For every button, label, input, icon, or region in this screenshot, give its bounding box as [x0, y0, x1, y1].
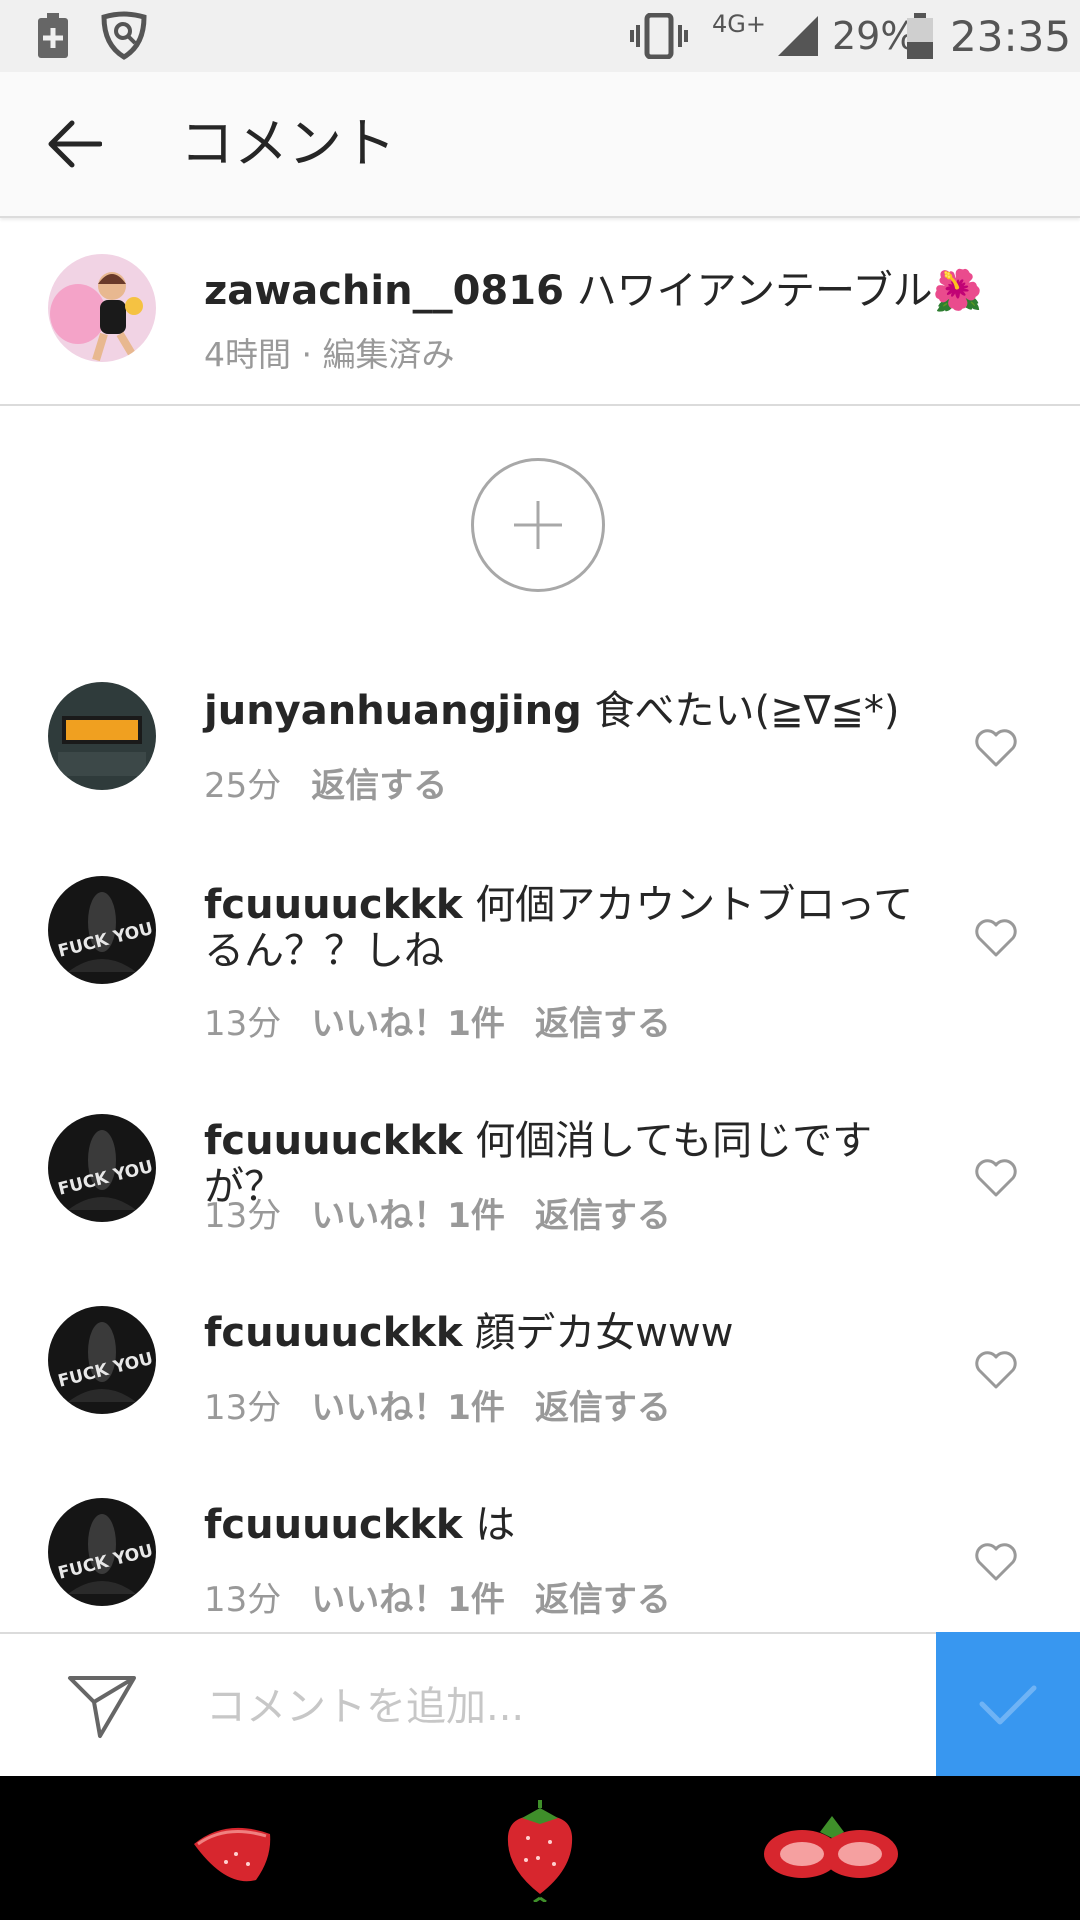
comment-text: fcuuuuckkk は	[204, 1502, 944, 1548]
plus-icon	[514, 501, 562, 549]
comment-text: fcuuuuckkk 顔デカ女www	[204, 1310, 944, 1356]
comment-body: は	[475, 1502, 516, 1548]
commenter-avatar[interactable]: FUCK YOU	[48, 1306, 156, 1414]
system-navigation-bar	[0, 1776, 1080, 1920]
comment-likes-count[interactable]: いいね！1件	[311, 1388, 505, 1428]
comment-body: 食べたい(≧∇≦*)	[594, 688, 900, 734]
heart-icon	[975, 1351, 1017, 1389]
battery-saver-icon	[36, 0, 70, 72]
comment-time: 13分	[204, 1388, 282, 1428]
comment-meta: 25分 返信する	[204, 758, 477, 807]
post-comment-button[interactable]	[936, 1632, 1080, 1776]
paper-plane-icon	[68, 1676, 136, 1738]
comment-item: FUCK YOU fcuuuuckkk 顔デカ女www 13分 いいね！1件 返信す…	[0, 1304, 1080, 1444]
heart-icon	[975, 1543, 1017, 1581]
comment-username[interactable]: fcuuuuckkk	[204, 1118, 463, 1164]
comment-time: 25分	[204, 766, 282, 806]
caption-body: ハワイアンテーブル🌺	[576, 268, 983, 314]
like-button[interactable]	[974, 918, 1018, 958]
comment-text: fcuuuuckkk 何個アカウントブロってるん？？しね	[204, 882, 944, 974]
caption-avatar[interactable]	[48, 254, 156, 362]
commenter-avatar[interactable]: FUCK YOU	[48, 1114, 156, 1222]
comment-likes-count[interactable]: いいね！1件	[311, 1580, 505, 1620]
like-button[interactable]	[974, 728, 1018, 768]
reply-button[interactable]: 返信する	[535, 1580, 671, 1620]
check-icon	[979, 1685, 1037, 1725]
comment-username[interactable]: junyanhuangjing	[204, 688, 582, 734]
load-more-comments-button[interactable]	[471, 458, 605, 592]
caption-text: zawachin__0816 ハワイアンテーブル🌺	[204, 258, 982, 316]
comment-meta: 13分 いいね！1件 返信する	[204, 1188, 701, 1237]
commenter-avatar[interactable]	[48, 682, 156, 790]
strawberry-back-icon	[194, 1827, 271, 1882]
comment-meta: 13分 いいね！1件 返信する	[204, 996, 701, 1045]
strawberry-home-icon	[507, 1800, 573, 1904]
clock: 23:35	[950, 11, 1072, 61]
like-button[interactable]	[974, 1350, 1018, 1390]
signal-icon	[776, 0, 820, 72]
comment-username[interactable]: fcuuuuckkk	[204, 882, 463, 928]
reply-button[interactable]: 返信する	[535, 1388, 671, 1428]
toolbar: コメント	[0, 72, 1080, 218]
comment-likes-count[interactable]: いいね！1件	[311, 1196, 505, 1236]
battery-percent: 29%	[832, 14, 917, 58]
direct-share-button[interactable]	[66, 1672, 138, 1740]
network-type: 4G+	[712, 10, 766, 38]
vibrate-icon	[630, 0, 688, 72]
comment-time: 13分	[204, 1580, 282, 1620]
heart-icon	[975, 919, 1017, 957]
comment-meta: 13分 いいね！1件 返信する	[204, 1572, 701, 1621]
reply-button[interactable]: 返信する	[311, 766, 447, 806]
reply-button[interactable]: 返信する	[535, 1196, 671, 1236]
like-button[interactable]	[974, 1158, 1018, 1198]
nav-recents-button[interactable]	[760, 1798, 900, 1898]
comment-item: junyanhuangjing 食べたい(≧∇≦*) 25分 返信する	[0, 680, 1080, 820]
comment-likes-count[interactable]: いいね！1件	[311, 1004, 505, 1044]
comment-item: FUCK YOU fcuuuuckkk 何個消しても同じですが？ 13分 いいね！…	[0, 1112, 1080, 1252]
status-bar: 4G+ 29% 23:35	[0, 0, 1080, 72]
caption-meta: 4時間 · 編集済み	[204, 335, 455, 374]
reply-button[interactable]: 返信する	[535, 1004, 671, 1044]
comment-time: 13分	[204, 1196, 282, 1236]
nav-back-button[interactable]	[186, 1798, 276, 1898]
comment-meta: 13分 いいね！1件 返信する	[204, 1380, 701, 1429]
comment-body: 顔デカ女www	[475, 1310, 734, 1356]
commenter-avatar[interactable]: FUCK YOU	[48, 1498, 156, 1606]
comment-username[interactable]: fcuuuuckkk	[204, 1310, 463, 1356]
comment-composer	[0, 1632, 1080, 1778]
like-button[interactable]	[974, 1542, 1018, 1582]
battery-icon	[906, 0, 934, 72]
comment-text: junyanhuangjing 食べたい(≧∇≦*)	[204, 688, 944, 734]
post-caption: zawachin__0816 ハワイアンテーブル🌺 4時間 · 編集済み	[0, 218, 1080, 406]
comment-input[interactable]	[204, 1664, 908, 1750]
nav-home-button[interactable]	[494, 1798, 586, 1904]
caption-username[interactable]: zawachin__0816	[204, 268, 564, 314]
comment-time: 13分	[204, 1004, 282, 1044]
page-title: コメント	[180, 112, 396, 175]
strawberry-recents-icon	[764, 1816, 898, 1878]
back-button[interactable]	[36, 106, 112, 182]
heart-icon	[975, 1159, 1017, 1197]
comment-username[interactable]: fcuuuuckkk	[204, 1502, 463, 1548]
comment-item: FUCK YOU fcuuuuckkk 何個アカウントブロってるん？？しね 13…	[0, 872, 1080, 1045]
heart-icon	[975, 729, 1017, 767]
shield-search-icon	[98, 0, 150, 72]
arrow-left-icon	[48, 120, 102, 168]
commenter-avatar[interactable]: FUCK YOU	[48, 876, 156, 984]
comment-item: FUCK YOU fcuuuuckkk は 13分 いいね！1件 返信する	[0, 1496, 1080, 1630]
